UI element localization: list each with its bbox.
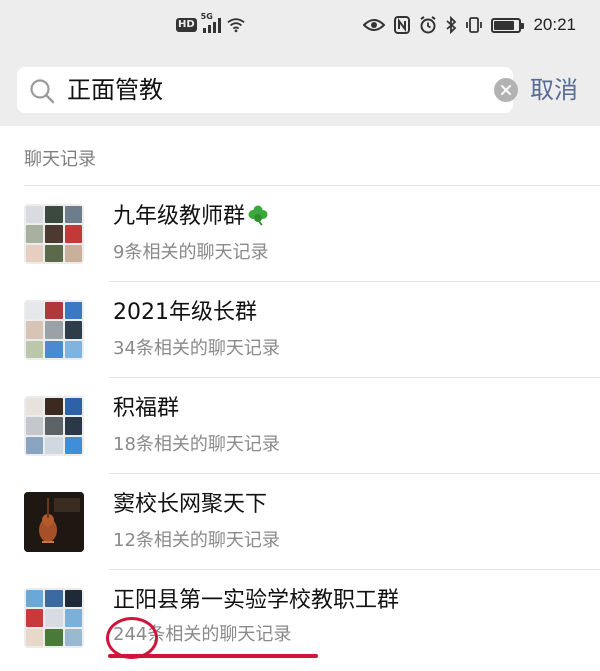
clock: 20:21 — [533, 15, 576, 34]
search-field[interactable]: 正面管教 — [17, 67, 518, 113]
group-avatar — [24, 396, 84, 456]
battery-level — [494, 20, 514, 30]
chat-result-item[interactable]: 2021年级长群 34条相关的聊天记录 — [0, 282, 600, 378]
clear-icon[interactable] — [494, 78, 518, 102]
chat-match-count: 18条相关的聊天记录 — [113, 434, 280, 455]
search-icon — [29, 78, 55, 104]
bluetooth-icon — [445, 16, 457, 34]
nfc-icon — [393, 16, 411, 34]
search-header: HD 5G 20:21 正面管教 取消 — [0, 0, 600, 126]
search-query[interactable]: 正面管教 — [67, 74, 163, 106]
status-bar: HD 5G 20:21 — [0, 0, 600, 50]
section-title: 聊天记录 — [24, 149, 96, 170]
chat-result-item[interactable]: 窦校长网聚天下 12条相关的聊天记录 — [0, 474, 600, 570]
hd-badge: HD — [176, 18, 197, 32]
chat-match-count: 9条相关的聊天记录 — [113, 242, 269, 263]
wifi-icon — [227, 16, 245, 34]
chat-title: 2021年级长群 — [113, 300, 257, 325]
chat-result-item[interactable]: 积福群 18条相关的聊天记录 — [0, 378, 600, 474]
cancel-button[interactable]: 取消 — [530, 72, 578, 108]
vibrate-icon — [465, 16, 483, 34]
chat-title: 窦校长网聚天下 — [113, 492, 268, 517]
group-avatar — [24, 204, 84, 264]
battery-icon — [491, 17, 525, 33]
annotation-circle — [106, 617, 158, 659]
alarm-icon — [419, 16, 437, 34]
violin-icon — [24, 492, 84, 552]
status-icons: 20:21 — [363, 13, 576, 37]
annotation-underline — [108, 654, 318, 658]
network-type-label: 5G — [200, 12, 213, 21]
chat-title: 积福群 — [113, 396, 180, 421]
chat-match-count: 34条相关的聊天记录 — [113, 338, 280, 359]
eye-icon — [363, 16, 386, 34]
network-status: HD 5G — [176, 12, 245, 36]
chat-title-text: 九年级教师群 — [113, 204, 246, 229]
group-avatar — [24, 300, 84, 360]
group-avatar — [24, 588, 84, 648]
chat-result-item[interactable]: 正阳县第一实验学校教职工群 244条相关的聊天记录 — [0, 570, 600, 666]
cell-signal-icon: 5G — [201, 12, 221, 33]
contact-avatar — [24, 492, 84, 552]
chat-title: 九年级教师群 — [113, 202, 269, 235]
chat-match-count: 12条相关的聊天记录 — [113, 530, 280, 551]
clover-icon — [247, 204, 269, 235]
chat-title: 正阳县第一实验学校教职工群 — [113, 588, 400, 613]
chat-result-item[interactable]: 九年级教师群 9条相关的聊天记录 — [0, 186, 600, 282]
